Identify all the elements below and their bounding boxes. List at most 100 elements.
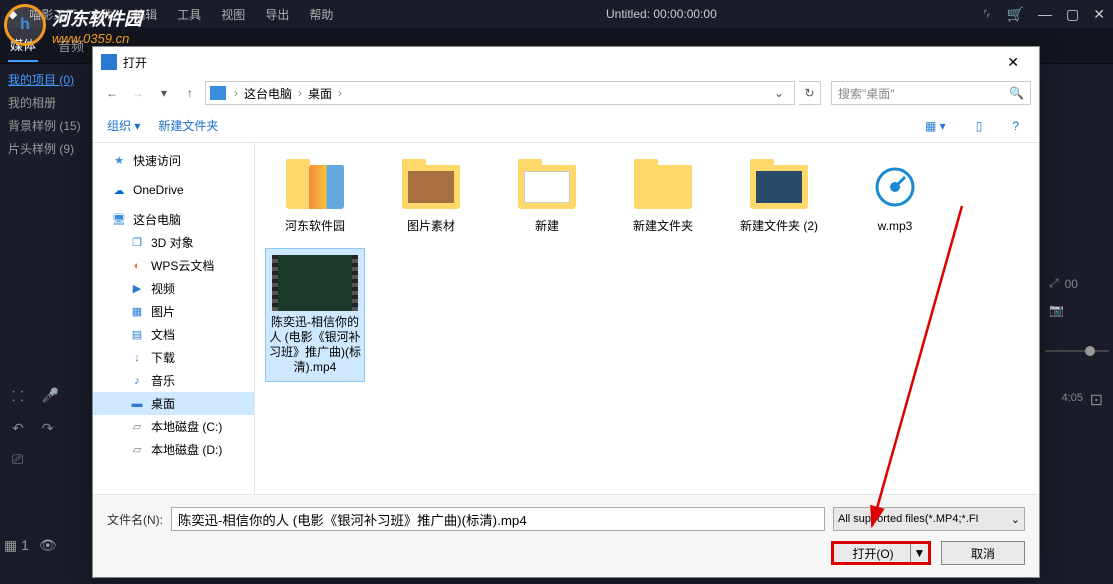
view-mode-icon[interactable]: ▦ ▾ <box>919 117 952 135</box>
file-item[interactable]: 新建文件夹 <box>613 153 713 240</box>
file-item-selected[interactable]: 陈奕迅-相信你的人 (电影《银河补习班》推广曲)(标清).mp4 <box>265 248 365 382</box>
menu-export[interactable]: 导出 <box>257 4 297 25</box>
expand-icon[interactable]: ⤢ <box>1049 276 1059 291</box>
docs-icon: ▤ <box>129 328 145 342</box>
undo-icon[interactable]: ↶ <box>12 420 24 437</box>
tree-wps[interactable]: ◐WPS云文档 <box>93 254 254 277</box>
file-label: 新建 <box>535 219 559 234</box>
video-icon: ▶ <box>129 282 145 296</box>
nav-forward-icon[interactable]: → <box>127 82 149 104</box>
media-sidebar: 我的项目 (0) 我的相册 背景样例 (15) 片头样例 (9) <box>0 64 92 164</box>
file-item[interactable]: 河东软件园 <box>265 153 365 240</box>
file-filter-dropdown[interactable]: All supported files(*.MP4;*.FI ⌄ <box>833 507 1025 531</box>
new-folder-button[interactable]: 新建文件夹 <box>158 117 218 134</box>
preview-pane-icon[interactable]: ▯ <box>970 117 989 135</box>
tree-onedrive[interactable]: ☁OneDrive <box>93 180 254 200</box>
organize-button[interactable]: 组织 ▾ <box>107 117 140 134</box>
dialog-footer: 文件名(N): All supported files(*.MP4;*.FI ⌄… <box>93 494 1039 577</box>
tree-video[interactable]: ▶视频 <box>93 277 254 300</box>
cart-icon[interactable]: 🛒 <box>1007 6 1024 23</box>
filename-input[interactable] <box>171 507 825 531</box>
file-item[interactable]: 新建文件夹 (2) <box>729 153 829 240</box>
chevron-right-icon[interactable]: › <box>336 86 344 100</box>
breadcrumb-dropdown-icon[interactable]: ⌄ <box>768 86 790 100</box>
tab-media[interactable]: 媒体 <box>8 29 38 62</box>
preview-time: 00 <box>1065 277 1078 291</box>
file-item[interactable]: w.mp3 <box>845 153 945 240</box>
app-menubar: ◆ 喵影工厂 文件 编辑 工具 视图 导出 帮助 Untitled: 00:00… <box>0 0 1113 28</box>
cloud-icon: ☁ <box>111 183 127 197</box>
breadcrumb[interactable]: › 这台电脑 › 桌面 › ⌄ <box>205 81 795 105</box>
tab-audio[interactable]: 音频 <box>56 30 86 61</box>
tree-music[interactable]: ♪音乐 <box>93 369 254 392</box>
desktop-icon: ▬ <box>129 397 145 411</box>
camera-icon[interactable]: 📷 <box>1049 303 1064 317</box>
nav-up-icon[interactable]: ↑ <box>179 82 201 104</box>
chevron-down-icon: ⌄ <box>1011 513 1020 526</box>
timeline-mark: 4:05 <box>1062 392 1083 404</box>
tree-this-pc[interactable]: 🖥这台电脑 <box>93 208 254 231</box>
file-open-dialog: 打开 ✕ ← → ▾ ↑ › 这台电脑 › 桌面 › ⌄ ↻ 搜索"桌面" 🔍 <box>92 46 1040 578</box>
file-item[interactable]: 图片素材 <box>381 153 481 240</box>
nav-back-icon[interactable]: ← <box>101 82 123 104</box>
open-dropdown-icon[interactable]: ▼ <box>910 544 928 562</box>
nav-recent-icon[interactable]: ▾ <box>153 82 175 104</box>
breadcrumb-pc[interactable]: 这台电脑 <box>240 85 296 102</box>
sidebar-header-sample[interactable]: 片头样例 (9) <box>8 137 84 160</box>
user-icon[interactable]: ␌ <box>981 6 992 23</box>
close-app-icon[interactable]: ✕ <box>1093 6 1105 23</box>
file-grid: 河东软件园 图片素材 新建 新建文件夹 新建文件夹 (2) <box>255 143 1039 494</box>
menu-file[interactable]: 文件 <box>81 4 121 25</box>
menu-view[interactable]: 视图 <box>213 4 253 25</box>
breadcrumb-desktop[interactable]: 桌面 <box>304 85 336 102</box>
redo-icon[interactable]: ↷ <box>42 420 54 437</box>
star-icon: ★ <box>111 154 127 168</box>
eye-icon[interactable]: 👁 <box>39 537 57 554</box>
chevron-right-icon[interactable]: › <box>296 86 304 100</box>
file-item[interactable]: 新建 <box>497 153 597 240</box>
fit-icon[interactable]: ⊡ <box>1090 390 1103 410</box>
tree-downloads[interactable]: ↓下载 <box>93 346 254 369</box>
help-icon[interactable]: ? <box>1006 117 1025 135</box>
dialog-icon <box>101 54 117 70</box>
tree-docs[interactable]: ▤文档 <box>93 323 254 346</box>
menu-help[interactable]: 帮助 <box>301 4 341 25</box>
tree-quick-access[interactable]: ★快速访问 <box>93 149 254 172</box>
menu-edit[interactable]: 编辑 <box>125 4 165 25</box>
minimize-icon[interactable]: — <box>1038 6 1052 23</box>
file-label: 陈奕迅-相信你的人 (电影《银河补习班》推广曲)(标清).mp4 <box>268 315 362 375</box>
marker-icon[interactable]: ⎚ <box>12 451 23 468</box>
tree-3d-objects[interactable]: ❒3D 对象 <box>93 231 254 254</box>
menu-tools[interactable]: 工具 <box>169 4 209 25</box>
wps-icon: ◐ <box>129 259 145 273</box>
zoom-slider-track[interactable] <box>1045 350 1109 352</box>
open-button[interactable]: 打开(O) ▼ <box>831 541 931 565</box>
search-input[interactable]: 搜索"桌面" 🔍 <box>831 81 1031 105</box>
tree-disk-c[interactable]: ▱本地磁盘 (C:) <box>93 415 254 438</box>
music-icon: ♪ <box>129 374 145 388</box>
maximize-icon[interactable]: ▢ <box>1066 6 1079 23</box>
dialog-nav: ← → ▾ ↑ › 这台电脑 › 桌面 › ⌄ ↻ 搜索"桌面" 🔍 <box>93 77 1039 109</box>
refresh-icon[interactable]: ↻ <box>799 81 821 105</box>
sidebar-my-album[interactable]: 我的相册 <box>8 91 84 114</box>
layers-icon[interactable]: ▦ 1 <box>4 537 29 554</box>
sidebar-bg-sample[interactable]: 背景样例 (15) <box>8 114 84 137</box>
crop-icon[interactable]: ⸬ <box>12 387 24 406</box>
mic-icon[interactable]: 🎤 <box>42 387 59 406</box>
file-label: w.mp3 <box>878 219 913 234</box>
dialog-close-icon[interactable]: ✕ <box>995 50 1031 75</box>
cancel-button[interactable]: 取消 <box>941 541 1025 565</box>
tree-disk-d[interactable]: ▱本地磁盘 (D:) <box>93 438 254 461</box>
sidebar-my-project[interactable]: 我的项目 (0) <box>8 68 84 91</box>
download-icon: ↓ <box>129 351 145 365</box>
zoom-slider-thumb[interactable] <box>1085 346 1095 356</box>
pc-tree-icon: 🖥 <box>111 213 127 227</box>
pc-icon <box>210 86 226 100</box>
tree-desktop[interactable]: ▬桌面 <box>93 392 254 415</box>
chevron-right-icon[interactable]: › <box>232 86 240 100</box>
tree-pictures[interactable]: ▦图片 <box>93 300 254 323</box>
document-title: Untitled: 00:00:00:00 <box>606 7 717 21</box>
search-placeholder: 搜索"桌面" <box>838 85 895 102</box>
file-label: 图片素材 <box>407 219 455 234</box>
app-name: 喵影工厂 <box>29 6 77 23</box>
